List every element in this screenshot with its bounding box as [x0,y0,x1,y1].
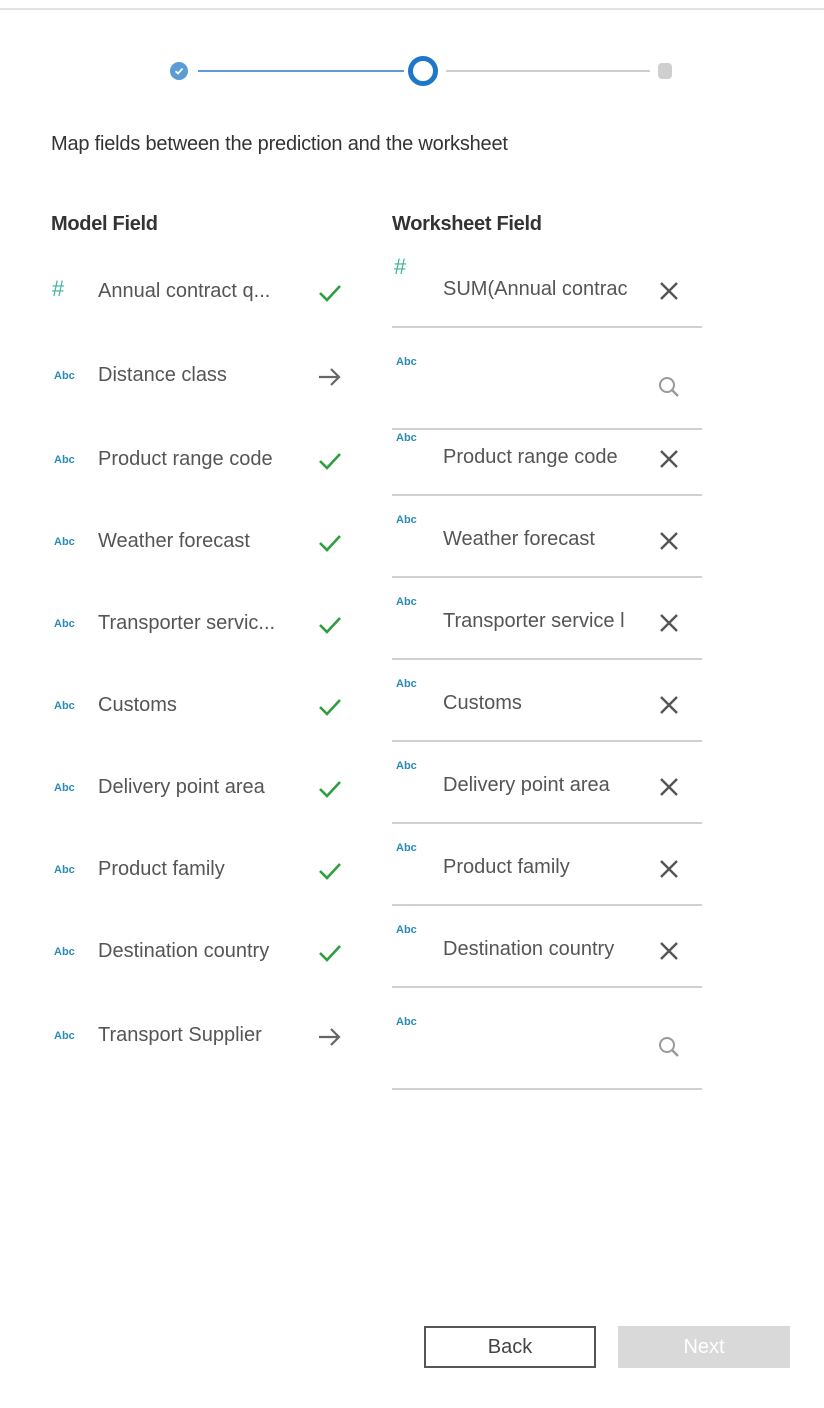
mapping-row: Abc Delivery point area Abc Delivery point … [0,754,824,834]
mapping-row: # Annual contract q... # SUM(Annual contrac [0,254,824,338]
mapping-row: Abc Customs Abc Customs [0,672,824,752]
close-icon[interactable] [656,446,682,472]
string-type-icon: Abc [396,1016,417,1028]
number-type-icon: # [52,276,65,301]
model-field-label: Distance class [98,364,227,386]
worksheet-field-selector[interactable]: Abc Weather forecast [392,510,702,578]
worksheet-field-selector[interactable]: Abc Destination country [392,920,702,988]
mapping-row: Abc Transporter servic... Abc Transporter s… [0,590,824,670]
close-icon[interactable] [656,938,682,964]
mapped-check-icon [316,693,344,721]
mapped-check-icon [316,447,344,475]
mapped-check-icon [316,529,344,557]
step-connector-pending [446,70,650,72]
string-type-icon: Abc [396,356,417,368]
worksheet-field-header: Worksheet Field [392,213,542,235]
top-divider [0,8,824,10]
unmapped-arrow-icon [316,363,344,391]
mapped-check-icon [316,279,344,307]
close-icon[interactable] [656,610,682,636]
worksheet-field-value: Delivery point area [443,774,610,796]
worksheet-field-value: Transporter service l [443,610,625,632]
model-field-label: Annual contract q... [98,280,271,302]
close-icon[interactable] [656,278,682,304]
string-type-icon: Abc [396,924,417,936]
step-connector-complete [198,70,404,72]
string-type-icon: Abc [396,678,417,690]
string-type-icon: Abc [54,370,75,382]
worksheet-field-value: Product range code [443,446,618,468]
worksheet-field-selector[interactable]: # SUM(Annual contrac [392,254,702,328]
model-field-label: Delivery point area [98,776,265,798]
string-type-icon: Abc [54,946,75,958]
worksheet-field-selector[interactable]: Abc Product family [392,838,702,906]
mapping-row: Abc Product family Abc Product family [0,836,824,916]
number-type-icon: # [394,254,407,279]
mapped-check-icon [316,775,344,803]
model-field-label: Transport Supplier [98,1024,262,1046]
step-2-current-icon [408,56,438,86]
worksheet-field-search[interactable]: Abc [392,1012,702,1090]
search-icon[interactable] [656,374,682,400]
string-type-icon: Abc [54,618,75,630]
worksheet-field-value: Customs [443,692,522,714]
model-field-label: Transporter servic... [98,612,276,634]
string-type-icon: Abc [396,842,417,854]
worksheet-field-value: Weather forecast [443,528,595,550]
worksheet-field-value: SUM(Annual contrac [443,278,628,300]
model-field-label: Product range code [98,448,273,470]
string-type-icon: Abc [396,596,417,608]
worksheet-field-value: Product family [443,856,570,878]
step-3-pending-icon [658,63,672,79]
worksheet-field-selector[interactable]: Abc Delivery point area [392,756,702,824]
close-icon[interactable] [656,692,682,718]
page-title: Map fields between the prediction and th… [51,133,508,155]
mapping-row: Abc Transport Supplier Abc [0,1002,824,1090]
worksheet-field-search[interactable]: Abc [392,352,702,430]
mapping-row: Abc Weather forecast Abc Weather forecast [0,508,824,588]
worksheet-field-selector[interactable]: Abc Transporter service l [392,592,702,660]
mapping-row: Abc Product range code Abc Product range co… [0,426,824,506]
model-field-header: Model Field [51,213,158,235]
mapped-check-icon [316,857,344,885]
mapped-check-icon [316,939,344,967]
back-button[interactable]: Back [424,1326,596,1368]
string-type-icon: Abc [54,782,75,794]
close-icon[interactable] [656,774,682,800]
search-icon[interactable] [656,1034,682,1060]
string-type-icon: Abc [396,432,417,444]
close-icon[interactable] [656,528,682,554]
step-1-complete-icon [170,62,188,80]
string-type-icon: Abc [54,536,75,548]
mapped-check-icon [316,611,344,639]
mapping-row: Abc Destination country Abc Destination cou… [0,918,824,998]
model-field-label: Destination country [98,940,270,962]
unmapped-arrow-icon [316,1023,344,1051]
string-type-icon: Abc [54,864,75,876]
model-field-label: Customs [98,694,177,716]
worksheet-field-value: Destination country [443,938,615,960]
model-field-label: Product family [98,858,225,880]
worksheet-field-selector[interactable]: Abc Customs [392,674,702,742]
worksheet-field-selector[interactable]: Abc Product range code [392,428,702,496]
mapping-row: Abc Distance class Abc [0,342,824,430]
string-type-icon: Abc [396,760,417,772]
next-button[interactable]: Next [618,1326,790,1368]
string-type-icon: Abc [54,1030,75,1042]
string-type-icon: Abc [54,700,75,712]
close-icon[interactable] [656,856,682,882]
string-type-icon: Abc [396,514,417,526]
wizard-stepper [168,56,678,86]
string-type-icon: Abc [54,454,75,466]
model-field-label: Weather forecast [98,530,250,552]
